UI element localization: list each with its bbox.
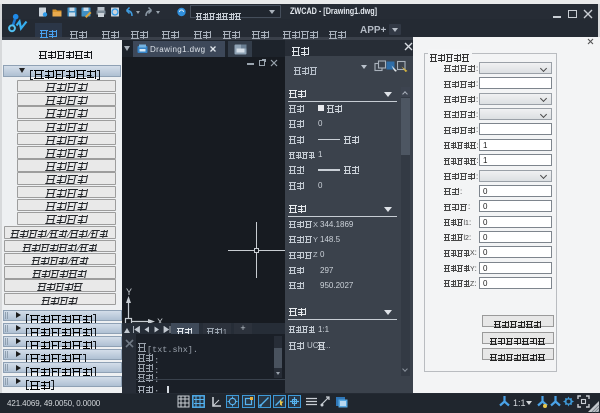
svg-text:Y: Y [126,287,132,297]
